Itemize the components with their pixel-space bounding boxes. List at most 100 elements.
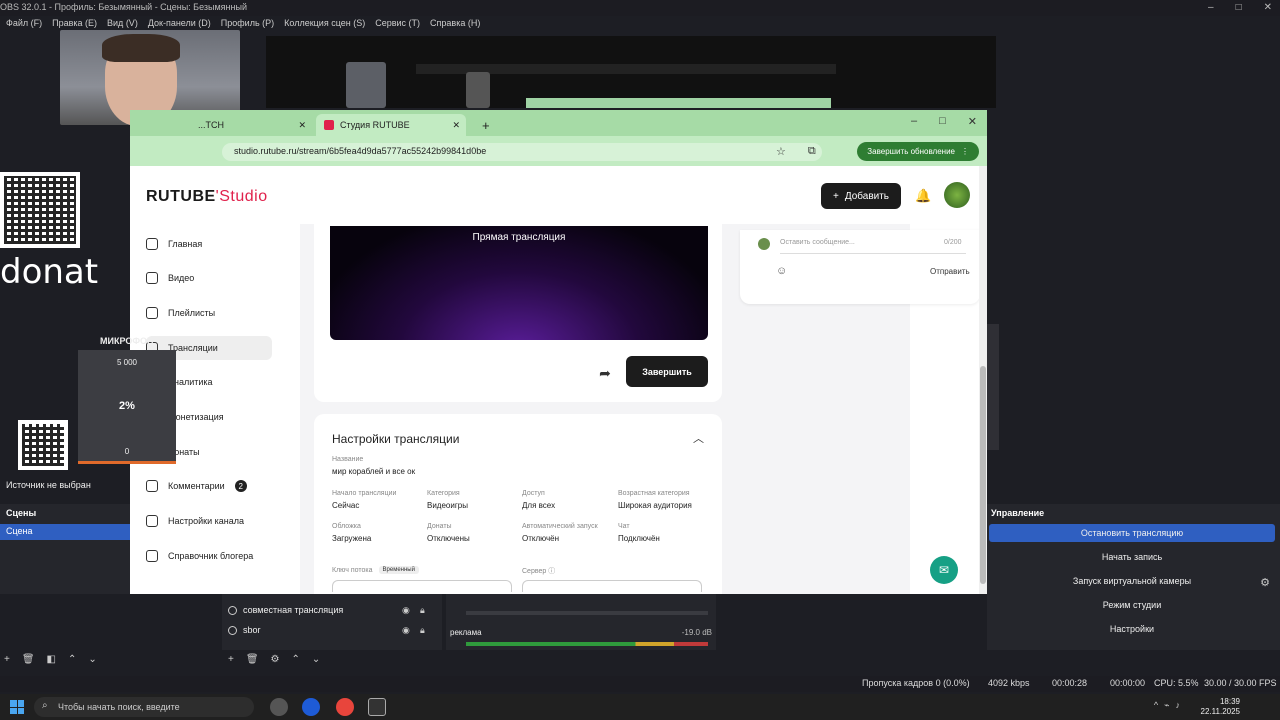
obs-window-title: OBS 32.0.1 - Профиль: Безымянный - Сцены… xyxy=(0,2,247,12)
share-icon[interactable]: ➦ xyxy=(590,358,620,388)
source-item[interactable]: sbor ◉ 🔒︎ xyxy=(228,622,438,638)
arrow-up-icon[interactable]: ⌃ xyxy=(292,654,300,665)
qr-code-top xyxy=(0,172,80,248)
plus-icon[interactable]: + xyxy=(4,654,10,665)
tab-previous-label: ...TCH xyxy=(198,120,224,130)
menu-docks[interactable]: Док-панели (D) xyxy=(148,18,211,28)
rutube-studio-logo[interactable]: RUTUBE'Studio xyxy=(146,188,268,206)
bookmark-star-icon[interactable]: ☆ xyxy=(776,145,786,158)
close-icon[interactable]: ✕ xyxy=(968,115,977,128)
close-icon[interactable]: ✕ xyxy=(298,120,306,131)
trash-icon[interactable]: 🗑︎ xyxy=(22,654,35,665)
chat-panel: Оставить сообщение... 0/200 ☺ Отправить xyxy=(740,230,980,304)
chevron-up-icon[interactable]: ^ xyxy=(1154,700,1158,711)
network-icon[interactable]: ⌁ xyxy=(1164,700,1169,711)
finish-stream-button[interactable]: Завершить xyxy=(626,356,708,387)
lock-icon[interactable]: 🔒︎ xyxy=(420,605,425,616)
filter-icon[interactable]: ◧ xyxy=(47,654,56,665)
sidebar-item-comments[interactable]: Комментарии 2 xyxy=(146,474,272,498)
messenger-app-icon[interactable] xyxy=(302,698,320,716)
taskbar-clock[interactable]: 18:39 22.11.2025 xyxy=(1201,697,1240,717)
minimize-icon[interactable]: – xyxy=(911,115,917,128)
obs-app-icon[interactable] xyxy=(270,698,288,716)
tab-rutube-studio[interactable]: Студия RUTUBE ✕ xyxy=(316,114,466,136)
stream-key-row: Ключ потока Временный xyxy=(332,566,419,574)
support-chat-button[interactable]: ✉ xyxy=(930,556,958,584)
windows-start-icon[interactable] xyxy=(10,700,24,714)
field-value: Подключён xyxy=(618,534,660,543)
settings-button[interactable]: Настройки xyxy=(989,620,1275,638)
plus-icon[interactable]: + xyxy=(228,654,234,665)
stream-key-input[interactable] xyxy=(332,580,512,592)
menu-help[interactable]: Справка (H) xyxy=(430,18,480,28)
editor-app-icon[interactable] xyxy=(368,698,386,716)
scenes-header: Сцены xyxy=(6,508,37,518)
emoji-icon[interactable]: ☺ xyxy=(776,265,787,277)
field-access: Доступ Для всех xyxy=(522,490,555,510)
scene-item[interactable]: Сцена xyxy=(0,524,130,540)
field-value: Загружена xyxy=(332,534,372,543)
chevron-up-icon[interactable]: ︿ xyxy=(693,430,704,446)
chat-message-input[interactable]: Оставить сообщение... xyxy=(780,236,966,254)
eye-icon[interactable]: ◉ xyxy=(402,625,410,636)
stop-stream-button[interactable]: Остановить трансляцию xyxy=(989,524,1275,542)
playlist-icon xyxy=(146,307,158,319)
finish-update-label: Завершить обновление xyxy=(867,147,955,156)
source-item[interactable]: совместная трансляция ◉ 🔒︎ xyxy=(228,602,438,618)
menu-profile[interactable]: Профиль (P) xyxy=(221,18,274,28)
bell-icon[interactable]: 🔔 xyxy=(915,188,931,204)
arrow-up-icon[interactable]: ⌃ xyxy=(68,654,76,665)
studio-mode-button[interactable]: Режим студии xyxy=(989,596,1275,614)
menu-scene-collection[interactable]: Коллекция сцен (S) xyxy=(284,18,365,28)
gear-icon[interactable]: ⚙ xyxy=(1260,576,1270,589)
sidebar-item-channel-settings[interactable]: Настройки канала xyxy=(146,509,272,533)
send-button[interactable]: Отправить xyxy=(930,267,970,276)
trash-icon[interactable]: 🗑︎ xyxy=(246,654,259,665)
lock-icon[interactable]: 🔒︎ xyxy=(420,625,425,636)
start-recording-button[interactable]: Начать запись xyxy=(989,548,1275,566)
menu-tools[interactable]: Сервис (T) xyxy=(375,18,420,28)
dropped-frames: Пропуска кадров 0 (0.0%) xyxy=(862,678,970,688)
volume-slider[interactable] xyxy=(466,611,708,615)
extensions-icon[interactable]: ⧉ xyxy=(808,145,816,158)
server-label: Сервер xyxy=(522,568,547,575)
menu-file[interactable]: Файл (F) xyxy=(6,18,42,28)
maximize-icon[interactable]: □ xyxy=(1236,2,1242,13)
add-button[interactable]: + Добавить xyxy=(821,183,901,209)
taskbar-search[interactable]: ⌕ Чтобы начать поиск, введите xyxy=(34,697,254,717)
stream-player[interactable]: Прямая трансляция xyxy=(330,226,708,340)
arrow-down-icon[interactable]: ⌄ xyxy=(88,654,96,665)
sidebar-item-home[interactable]: Главная xyxy=(146,232,272,256)
source-name: совместная трансляция xyxy=(243,605,344,615)
close-icon[interactable]: ✕ xyxy=(452,120,460,131)
finish-update-button[interactable]: Завершить обновление ⋮ xyxy=(857,142,979,161)
field-start: Начало трансляции Сейчас xyxy=(332,490,396,510)
gear-icon[interactable]: ⚙ xyxy=(271,654,280,665)
url-field[interactable]: studio.rutube.ru/stream/6b5fea4d9da5777a… xyxy=(222,143,822,161)
new-tab-button[interactable]: + xyxy=(474,114,498,136)
virtual-camera-button[interactable]: Запуск виртуальной камеры xyxy=(989,572,1275,590)
chrome-app-icon[interactable] xyxy=(336,698,354,716)
volume-icon[interactable]: ♪ xyxy=(1176,700,1181,711)
scrollbar[interactable] xyxy=(979,166,987,594)
sidebar-item-video[interactable]: Видео xyxy=(146,266,272,290)
arrow-down-icon[interactable]: ⌄ xyxy=(312,654,320,665)
tab-previous[interactable]: ...TCH ✕ xyxy=(190,114,310,136)
minimize-icon[interactable]: – xyxy=(1208,2,1214,13)
avatar[interactable] xyxy=(944,182,970,208)
scrollbar-thumb[interactable] xyxy=(980,366,986,584)
server-input[interactable] xyxy=(522,580,702,592)
menu-edit[interactable]: Правка (E) xyxy=(52,18,97,28)
eye-icon[interactable]: ◉ xyxy=(402,605,410,616)
field-chat: Чат Подключён xyxy=(618,523,660,543)
no-source-selected: Источник не выбран xyxy=(6,480,91,490)
maximize-icon[interactable]: □ xyxy=(939,115,946,128)
sidebar-item-blogger-guide[interactable]: Справочник блогера xyxy=(146,544,272,568)
field-label: Название xyxy=(332,456,364,463)
help-icon[interactable]: ⓘ xyxy=(548,568,555,575)
menu-view[interactable]: Вид (V) xyxy=(107,18,138,28)
sidebar-item-label: Монетизация xyxy=(168,412,224,422)
close-icon[interactable]: ✕ xyxy=(1264,2,1272,13)
sidebar-item-playlists[interactable]: Плейлисты xyxy=(146,301,272,325)
globe-icon xyxy=(228,625,237,635)
